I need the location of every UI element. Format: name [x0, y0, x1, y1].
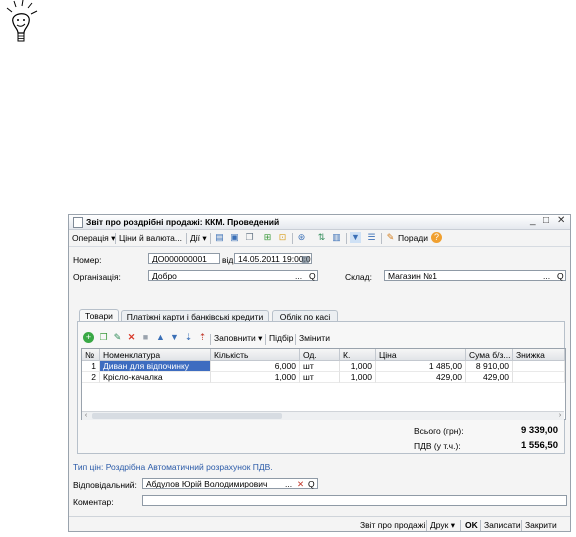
edit-row-icon[interactable]: ✎: [112, 332, 123, 343]
maximize-button[interactable]: □: [543, 215, 549, 226]
table-row-1-number[interactable]: 1: [82, 361, 100, 372]
document-window: Звіт про роздрібні продажі: ККМ. Проведе…: [68, 214, 571, 532]
comment-label: Коментар:: [73, 497, 114, 507]
organization-field[interactable]: Добро: [148, 270, 318, 281]
col-sum[interactable]: Сума б/з...: [466, 349, 513, 361]
table-row-2-k[interactable]: 1,000: [340, 372, 376, 383]
warehouse-label: Склад:: [345, 272, 372, 282]
warehouse-open-icon[interactable]: Q: [557, 271, 564, 281]
scroll-left-icon[interactable]: ‹: [82, 412, 90, 420]
responsible-open-icon[interactable]: Q: [308, 479, 315, 489]
col-quantity[interactable]: Кількість: [211, 349, 300, 361]
table-row-2-unit[interactable]: шт: [300, 372, 340, 383]
add-row-icon[interactable]: +: [83, 332, 94, 343]
table-row-1-sum[interactable]: 8 910,00: [466, 361, 513, 372]
table-row-2-qty[interactable]: 1,000: [211, 372, 300, 383]
col-discount[interactable]: Знижка: [513, 349, 565, 361]
structure-icon[interactable]: ⊡: [277, 232, 288, 243]
bottom-bar: Звіт про продажі Друк ▾ OK Записати Закр…: [69, 516, 570, 532]
total-label: Всього (грн):: [414, 426, 464, 436]
warehouse-field[interactable]: Магазин №1: [384, 270, 566, 281]
vat-label: ПДВ (у т.ч.):: [414, 441, 461, 451]
table-row-1-discount[interactable]: [513, 361, 565, 372]
number-label: Номер:: [73, 255, 102, 265]
document-icon: [73, 217, 83, 228]
delete-row-icon[interactable]: ✕: [126, 332, 137, 343]
copy-row-icon[interactable]: ❐: [98, 332, 109, 343]
horizontal-scrollbar[interactable]: ‹ ›: [82, 411, 564, 420]
operation-menu[interactable]: Операція ▾: [72, 233, 115, 244]
organization-open-icon[interactable]: Q: [309, 271, 316, 281]
move-down-icon[interactable]: ▼: [169, 332, 180, 343]
tips-icon[interactable]: ✎: [385, 232, 396, 243]
select-button[interactable]: Підбір: [269, 333, 293, 343]
table-row-1-unit[interactable]: шт: [300, 361, 340, 372]
table-row-2-discount[interactable]: [513, 372, 565, 383]
close-button[interactable]: ✕: [557, 215, 565, 226]
fill-menu[interactable]: Заповнити ▾: [214, 333, 262, 344]
based-on-icon[interactable]: ⊞: [262, 232, 273, 243]
scroll-thumb[interactable]: [92, 413, 282, 419]
goods-table: № Номенклатура Кількість Од. К. Ціна Сум…: [81, 348, 566, 420]
responsible-label: Відповідальний:: [73, 480, 137, 490]
organization-label: Організація:: [73, 272, 121, 282]
table-row-1-name[interactable]: Диван для відпочинку: [100, 361, 211, 372]
responsible-select-button[interactable]: ...: [285, 479, 292, 489]
sales-report-button[interactable]: Звіт про продажі: [360, 520, 425, 530]
window-title: Звіт про роздрібні продажі: ККМ. Проведе…: [86, 217, 280, 227]
post-icon[interactable]: ▤: [214, 232, 225, 243]
price-type-link[interactable]: Тип цін: Роздрібна Автоматичний розрахун…: [73, 462, 273, 472]
sort-desc-icon[interactable]: ⇡: [197, 332, 208, 343]
col-k[interactable]: К.: [340, 349, 376, 361]
total-value: 9 339,00: [521, 425, 558, 436]
number-field[interactable]: ДО000000001: [148, 253, 220, 264]
toolbar: Операція ▾ Ціни й валюта... Дії ▾ ▤ ▣ ❐ …: [69, 230, 570, 247]
col-number[interactable]: №: [82, 349, 100, 361]
table-row-2-price[interactable]: 429,00: [376, 372, 466, 383]
copy-icon[interactable]: ❐: [244, 232, 255, 243]
columns-icon[interactable]: ☰: [366, 232, 377, 243]
table-row-1-k[interactable]: 1,000: [340, 361, 376, 372]
close-form-button[interactable]: Закрити: [525, 520, 557, 530]
movement-icon[interactable]: ⊛: [296, 232, 307, 243]
col-nomenclature[interactable]: Номенклатура: [100, 349, 211, 361]
dt-kt-icon[interactable]: ⇅: [316, 232, 327, 243]
ok-button[interactable]: OK: [465, 520, 478, 530]
organization-select-button[interactable]: ...: [295, 271, 302, 281]
help-icon[interactable]: ?: [431, 232, 442, 243]
end-edit-icon[interactable]: ■: [140, 332, 151, 343]
vat-value: 1 556,50: [521, 440, 558, 451]
table-row-2-name[interactable]: Крісло-качалка: [100, 372, 211, 383]
scroll-right-icon[interactable]: ›: [556, 412, 564, 420]
comment-field[interactable]: [142, 495, 567, 506]
calendar-icon[interactable]: ▦: [301, 254, 310, 265]
change-button[interactable]: Змінити: [299, 333, 330, 343]
table-row-2-number[interactable]: 2: [82, 372, 100, 383]
tips-button[interactable]: Поради: [398, 233, 428, 243]
table-row-1-price[interactable]: 1 485,00: [376, 361, 466, 372]
prices-currency-button[interactable]: Ціни й валюта...: [119, 233, 182, 243]
responsible-clear-icon[interactable]: ✕: [297, 479, 304, 490]
minimize-button[interactable]: _: [530, 215, 536, 226]
print-menu[interactable]: Друк ▾: [430, 520, 455, 531]
sort-asc-icon[interactable]: ⇣: [183, 332, 194, 343]
save-button[interactable]: Записати: [484, 520, 521, 530]
table-row-1-qty[interactable]: 6,000: [211, 361, 300, 372]
move-up-icon[interactable]: ▲: [155, 332, 166, 343]
actions-menu[interactable]: Дії ▾: [190, 233, 207, 244]
table-row-2-sum[interactable]: 429,00: [466, 372, 513, 383]
warehouse-select-button[interactable]: ...: [543, 271, 550, 281]
filter-icon[interactable]: ▼: [350, 232, 361, 243]
lightbulb-tip-icon: [6, 0, 38, 42]
report-icon[interactable]: ▥: [331, 232, 342, 243]
col-unit[interactable]: Од.: [300, 349, 340, 361]
title-bar[interactable]: Звіт про роздрібні продажі: ККМ. Проведе…: [69, 215, 570, 230]
list-icon[interactable]: ▣: [229, 232, 240, 243]
col-price[interactable]: Ціна: [376, 349, 466, 361]
